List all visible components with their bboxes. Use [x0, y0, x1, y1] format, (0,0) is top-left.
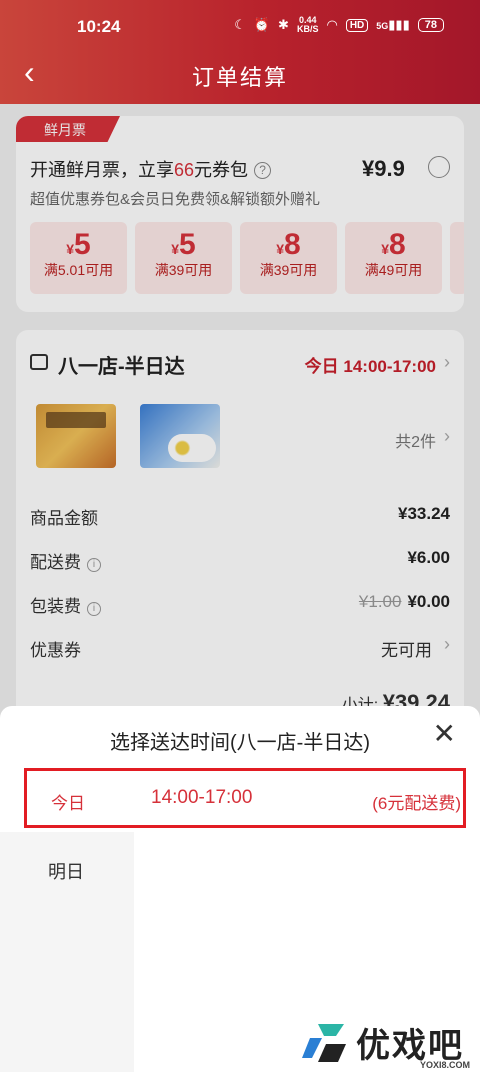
- delivery-fee-note: (6元配送费): [372, 794, 461, 813]
- watermark: 优戏吧 YOXI8.COM: [300, 1016, 480, 1072]
- sheet-title: 选择送达时间(八一店-半日达): [110, 732, 370, 754]
- battery-icon: 78: [417, 18, 444, 32]
- page-title: 订单结算: [191, 65, 288, 90]
- header: 10:24 ☾ ⏰ ✱ 0.44 KB/S ◠ HD 5G▮▮▮ 78 ‹ 订单…: [0, 0, 480, 104]
- moon-icon: ☾: [234, 17, 246, 32]
- status-bar: 10:24 ☾ ⏰ ✱ 0.44 KB/S ◠ HD 5G▮▮▮ 78: [0, 14, 480, 40]
- bluetooth-icon: ✱: [278, 17, 289, 32]
- hd-badge: HD: [345, 18, 369, 32]
- signal-icon: 5G▮▮▮: [376, 17, 410, 32]
- network-speed: 0.44 KB/S: [296, 15, 319, 34]
- alarm-icon: ⏰: [253, 17, 271, 32]
- time-slot[interactable]: 14:00-17:00: [151, 787, 252, 809]
- status-time: 10:24: [77, 17, 121, 36]
- close-icon[interactable]: ✕: [433, 720, 456, 748]
- watermark-logo-icon: [302, 1024, 346, 1062]
- navbar: ‹ 订单结算: [0, 52, 480, 96]
- day-column: 明日: [0, 832, 134, 1072]
- day-tomorrow[interactable]: 明日: [48, 858, 84, 884]
- wifi-icon: ◠: [326, 17, 338, 32]
- status-icons: ☾ ⏰ ✱ 0.44 KB/S ◠ HD 5G▮▮▮ 78: [234, 16, 444, 34]
- day-today[interactable]: 今日: [51, 789, 85, 814]
- time-slot-option-selected[interactable]: 今日 14:00-17:00 (6元配送费): [24, 768, 466, 828]
